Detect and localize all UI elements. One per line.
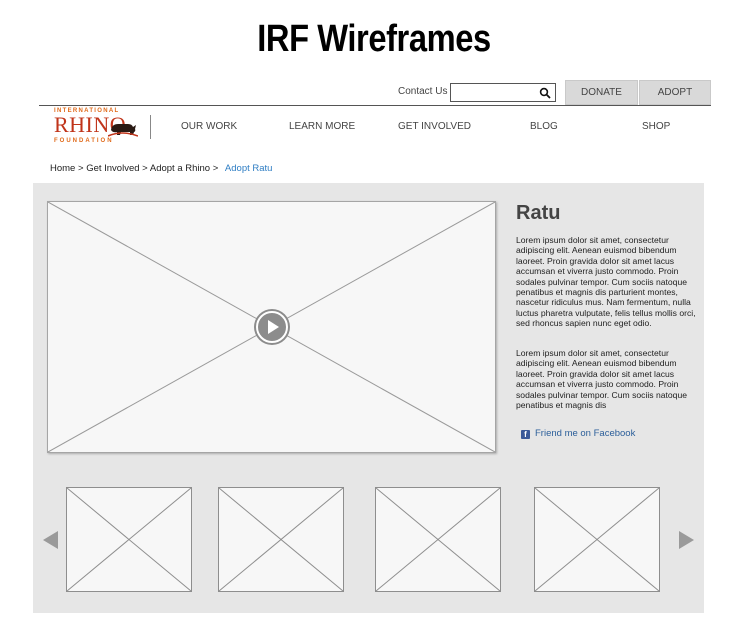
play-icon bbox=[256, 311, 288, 343]
search-box[interactable] bbox=[450, 83, 556, 103]
breadcrumb: Home > Get Involved > Adopt a Rhino > Ad… bbox=[50, 163, 272, 174]
image-placeholder-cross bbox=[219, 488, 343, 591]
description-paragraph-1: Lorem ipsum dolor sit amet, consectetur … bbox=[516, 235, 696, 329]
breadcrumb-current: Adopt Ratu bbox=[224, 163, 273, 174]
irf-logo[interactable]: INTERNATIONAL RHINO FOUNDATION bbox=[40, 108, 140, 146]
facebook-icon: f bbox=[521, 430, 530, 439]
nav-blog[interactable]: BLOG bbox=[530, 121, 558, 132]
nav-our-work[interactable]: OUR WORK bbox=[181, 121, 237, 132]
breadcrumb-get-involved[interactable]: Get Involved bbox=[86, 163, 139, 174]
image-placeholder-cross bbox=[376, 488, 500, 591]
search-input[interactable] bbox=[451, 86, 539, 103]
description-paragraph-2: Lorem ipsum dolor sit amet, consectetur … bbox=[516, 348, 688, 411]
adopt-button[interactable]: ADOPT bbox=[639, 80, 711, 105]
arrow-left-icon[interactable] bbox=[42, 530, 58, 550]
carousel-thumbnail[interactable] bbox=[66, 487, 192, 592]
breadcrumb-adopt-a-rhino[interactable]: Adopt a Rhino bbox=[150, 163, 210, 174]
facebook-friend-link[interactable]: f Friend me on Facebook bbox=[521, 428, 635, 439]
image-placeholder-cross bbox=[67, 488, 191, 591]
arrow-right-icon[interactable] bbox=[679, 530, 695, 550]
nav-get-involved[interactable]: GET INVOLVED bbox=[398, 121, 471, 132]
carousel-thumbnail[interactable] bbox=[218, 487, 344, 592]
rhino-icon bbox=[108, 124, 138, 137]
breadcrumb-separator: > bbox=[142, 163, 148, 174]
logo-divider bbox=[150, 115, 151, 139]
logo-bottom-text: FOUNDATION bbox=[54, 138, 114, 144]
carousel-thumbnail[interactable] bbox=[375, 487, 501, 592]
nav-learn-more[interactable]: LEARN MORE bbox=[289, 121, 355, 132]
header-divider bbox=[39, 105, 711, 106]
search-icon[interactable] bbox=[539, 87, 551, 99]
page-title: IRF Wireframes bbox=[257, 18, 491, 60]
carousel-thumbnail[interactable] bbox=[534, 487, 660, 592]
animal-name-heading: Ratu bbox=[516, 202, 561, 224]
donate-button[interactable]: DONATE bbox=[565, 80, 638, 105]
breadcrumb-home[interactable]: Home bbox=[50, 163, 75, 174]
breadcrumb-separator: > bbox=[212, 163, 219, 174]
play-button[interactable] bbox=[254, 309, 290, 345]
breadcrumb-separator: > bbox=[77, 163, 84, 174]
nav-shop[interactable]: SHOP bbox=[642, 121, 670, 132]
contact-us-link[interactable]: Contact Us bbox=[398, 86, 447, 97]
video-placeholder[interactable] bbox=[47, 201, 496, 453]
image-placeholder-cross bbox=[535, 488, 659, 591]
facebook-link-label: Friend me on Facebook bbox=[535, 428, 636, 439]
